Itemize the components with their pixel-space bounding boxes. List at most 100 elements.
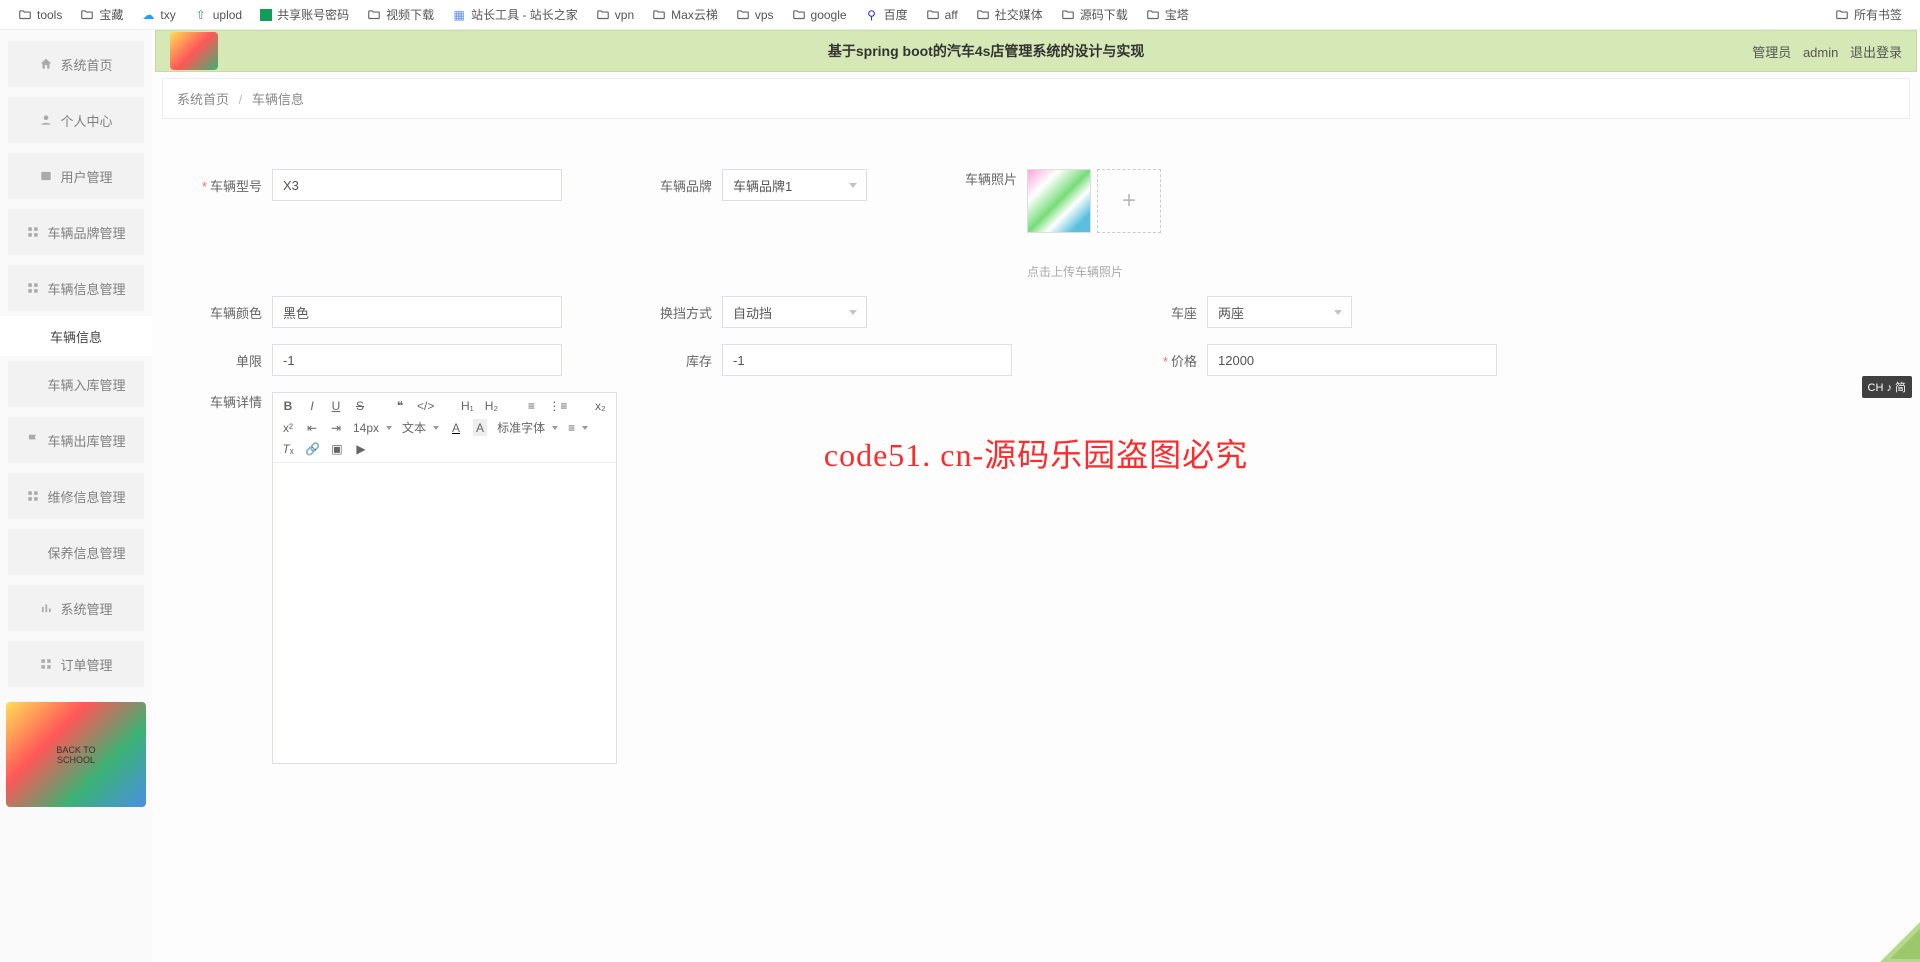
bold-button[interactable]: B <box>281 399 295 413</box>
breadcrumb-home[interactable]: 系统首页 <box>177 92 229 107</box>
shift-label: 换挡方式 <box>632 303 712 322</box>
sidebar-item-users[interactable]: 用户管理 <box>8 153 144 199</box>
bookmark-item[interactable]: 共享账号密码 <box>260 6 349 23</box>
sidebar-item-outstock[interactable]: 车辆出库管理 <box>8 417 144 463</box>
link-button[interactable]: 🔗 <box>305 442 320 456</box>
rich-text-editor: B I U S ❝ </> H₁ H₂ ≡ ⋮≡ <box>272 392 617 764</box>
folder-icon <box>596 8 610 22</box>
sidebar: 系统首页 个人中心 用户管理 车辆品牌管理 车辆信息管理 车辆信息 车辆入库管理… <box>0 30 152 962</box>
header-logo <box>170 32 218 70</box>
folder-icon <box>1061 8 1075 22</box>
seat-label: 车座 <box>1147 303 1197 322</box>
bookmark-item[interactable]: 源码下载 <box>1061 6 1128 23</box>
user-icon <box>39 113 53 127</box>
list-icon <box>26 545 40 559</box>
sidebar-item-carinfo[interactable]: 车辆信息 <box>0 316 152 356</box>
plus-icon: + <box>1122 187 1136 215</box>
field-brand: 车辆品牌 车辆品牌1 <box>632 169 867 201</box>
bookmark-item[interactable]: Max云梯 <box>652 6 718 23</box>
field-limit: 单限 <box>182 344 562 376</box>
italic-button[interactable]: I <box>305 399 319 413</box>
image-button[interactable]: ▣ <box>330 442 344 456</box>
sidebar-item-orders[interactable]: 订单管理 <box>8 641 144 687</box>
ol-button[interactable]: ≡ <box>524 399 538 413</box>
price-label: *价格 <box>1147 351 1197 370</box>
sidebar-item-home[interactable]: 系统首页 <box>8 41 144 87</box>
bookmark-item[interactable]: ⇧uplod <box>194 8 242 22</box>
textstyle-select[interactable]: 文本 <box>402 419 439 436</box>
folder-icon <box>80 8 94 22</box>
bars-icon <box>39 601 53 615</box>
video-button[interactable]: ▶ <box>354 442 368 456</box>
ime-indicator[interactable]: CH ♪ 简 <box>1862 376 1913 398</box>
page-title: 基于spring boot的汽车4s店管理系统的设计与实现 <box>228 41 1744 61</box>
field-seat: 车座 两座 <box>1147 296 1352 328</box>
bookmark-item[interactable]: 宝塔 <box>1146 6 1189 23</box>
fontcolor-button[interactable]: A <box>449 419 463 436</box>
limit-input[interactable] <box>272 344 562 376</box>
list-icon <box>26 377 40 391</box>
sidebar-item-system[interactable]: 系统管理 <box>8 585 144 631</box>
bookmarks-bar: tools 宝藏 ☁txy ⇧uplod 共享账号密码 视频下载 ▦站长工具 -… <box>0 0 1920 30</box>
bgcolor-button[interactable]: A <box>473 419 487 436</box>
color-input[interactable] <box>272 296 562 328</box>
superscript-button[interactable]: x² <box>281 419 295 436</box>
sidebar-item-brand[interactable]: 车辆品牌管理 <box>8 209 144 255</box>
field-stock: 库存 <box>632 344 1012 376</box>
indent-right-button[interactable]: ⇥ <box>329 419 343 436</box>
upload-add-button[interactable]: + <box>1097 169 1161 233</box>
bookmark-item[interactable]: vpn <box>596 8 634 22</box>
brand-select[interactable]: 车辆品牌1 <box>722 169 867 201</box>
folder-icon <box>926 8 940 22</box>
bookmark-item[interactable]: 视频下载 <box>367 6 434 23</box>
sidebar-item-carinfo-mgmt[interactable]: 车辆信息管理 <box>8 265 144 311</box>
subscript-button[interactable]: x₂ <box>593 399 607 413</box>
bookmark-item[interactable]: ☁txy <box>141 8 175 22</box>
editor-body[interactable] <box>273 463 616 763</box>
field-detail: 车辆详情 B I U S ❝ </> H₁ H₂ <box>182 392 617 764</box>
align-select[interactable]: ≡ <box>568 419 588 436</box>
h2-button[interactable]: H₂ <box>484 399 498 413</box>
cloud-icon: ☁ <box>141 8 155 22</box>
sidebar-item-maintain[interactable]: 保养信息管理 <box>8 529 144 575</box>
bookmark-item[interactable]: vps <box>736 8 774 22</box>
sidebar-item-instock[interactable]: 车辆入库管理 <box>8 361 144 407</box>
fontsize-select[interactable]: 14px <box>353 419 392 436</box>
h1-button[interactable]: H₁ <box>460 399 474 413</box>
strike-button[interactable]: S <box>353 399 367 413</box>
indent-left-button[interactable]: ⇤ <box>305 419 319 436</box>
site-icon: ▦ <box>452 8 466 22</box>
all-bookmarks[interactable]: 所有书签 <box>1835 6 1902 23</box>
sidebar-item-profile[interactable]: 个人中心 <box>8 97 144 143</box>
main-content: 基于spring boot的汽车4s店管理系统的设计与实现 管理员 admin … <box>152 30 1920 962</box>
breadcrumb: 系统首页 / 车辆信息 <box>162 78 1910 119</box>
bookmark-item[interactable]: 宝藏 <box>80 6 123 23</box>
code-button[interactable]: </> <box>417 399 434 413</box>
stock-input[interactable] <box>722 344 1012 376</box>
bookmark-item[interactable]: aff <box>926 8 958 22</box>
model-label: *车辆型号 <box>182 176 262 195</box>
underline-button[interactable]: U <box>329 399 343 413</box>
fontfamily-select[interactable]: 标准字体 <box>497 419 558 436</box>
quote-button[interactable]: ❝ <box>393 399 407 413</box>
bookmark-item[interactable]: tools <box>18 8 62 22</box>
bookmark-item[interactable]: 社交媒体 <box>976 6 1043 23</box>
user-name: admin <box>1803 45 1838 60</box>
upload-hint: 点击上传车辆照片 <box>1027 263 1161 280</box>
photo-thumbnail[interactable] <box>1027 169 1091 233</box>
stock-label: 库存 <box>632 351 712 370</box>
sidebar-item-repair[interactable]: 维修信息管理 <box>8 473 144 519</box>
bookmark-item[interactable]: ⚲百度 <box>865 6 908 23</box>
bookmark-item[interactable]: google <box>792 8 847 22</box>
price-input[interactable] <box>1207 344 1497 376</box>
field-shift: 换挡方式 自动挡 <box>632 296 867 328</box>
model-input[interactable] <box>272 169 562 201</box>
user-role: 管理员 <box>1752 45 1791 60</box>
home-icon <box>39 57 53 71</box>
shift-select[interactable]: 自动挡 <box>722 296 867 328</box>
bookmark-item[interactable]: ▦站长工具 - 站长之家 <box>452 6 578 23</box>
ul-button[interactable]: ⋮≡ <box>548 399 567 413</box>
seat-select[interactable]: 两座 <box>1207 296 1352 328</box>
clear-format-button[interactable]: Tₓ <box>281 442 295 456</box>
logout-link[interactable]: 退出登录 <box>1850 45 1902 60</box>
